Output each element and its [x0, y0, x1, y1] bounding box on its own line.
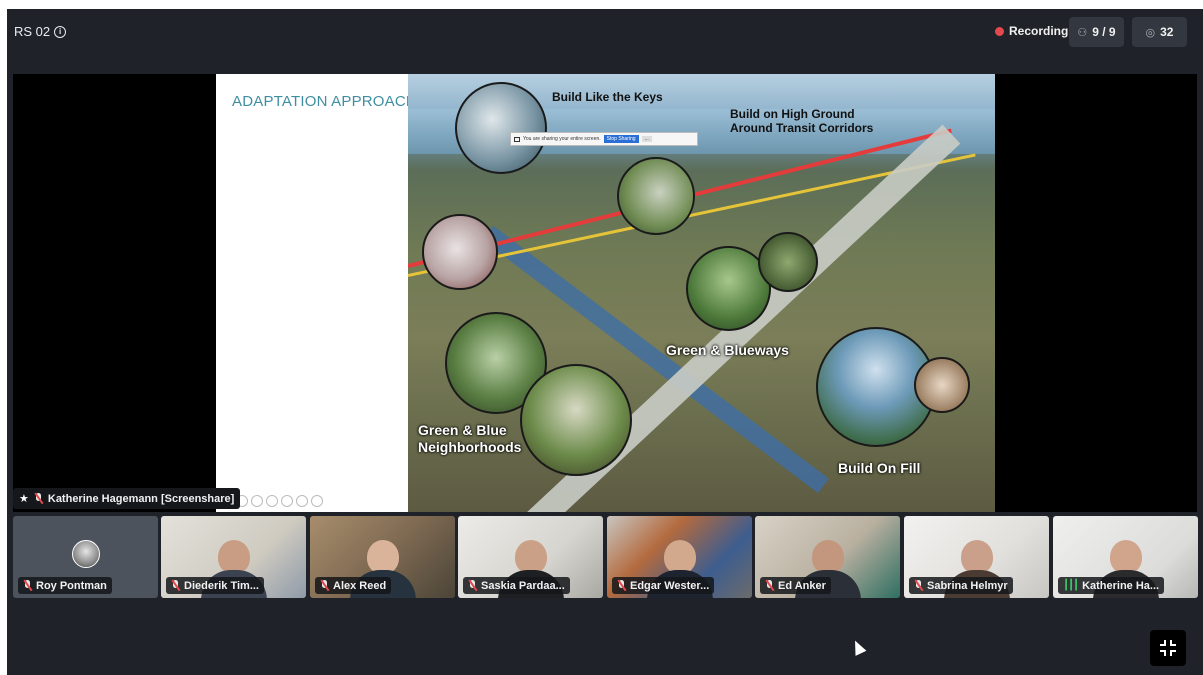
participant-face — [514, 540, 547, 574]
zoom-tool-icon[interactable] — [281, 495, 293, 507]
people-icon: ⚇ — [1077, 26, 1088, 39]
mic-off-icon — [171, 580, 180, 591]
participant-tile[interactable]: Ed Anker — [755, 516, 900, 598]
aerial-illustration: Build Like the Keys Build on High Ground… — [408, 74, 995, 512]
participant-strip: Roy Pontman Diederik Tim... Alex Reed Sa… — [13, 516, 1199, 598]
neighborhood-photo-large — [520, 364, 632, 476]
room-title: RS 02 i — [14, 24, 67, 39]
participant-name-tag: Ed Anker — [760, 577, 831, 594]
participant-face — [960, 540, 993, 574]
label-transit-corridors: Around Transit Corridors — [730, 121, 874, 135]
mic-off-icon — [23, 580, 32, 591]
keys-photo — [455, 82, 547, 174]
participant-tile[interactable]: Diederik Tim... — [161, 516, 306, 598]
viewers-button[interactable]: ◎ 32 — [1132, 17, 1187, 47]
recording-dot-icon — [995, 26, 1004, 36]
participant-tile[interactable]: Roy Pontman — [13, 516, 158, 598]
slide-title: ADAPTATION APPROACHES — [232, 93, 438, 110]
screenshare-owner-tag: ★ Katherine Hagemann [Screenshare] — [13, 488, 241, 509]
participant-name-tag: Saskia Pardaa... — [463, 577, 570, 594]
sharing-notice: You are sharing your entire screen. Stop… — [510, 132, 698, 146]
participant-name-tag: Edgar Wester... — [612, 577, 715, 594]
participant-face — [366, 540, 399, 574]
pen-tool-icon[interactable] — [251, 495, 263, 507]
participant-name-tag: Sabrina Helmyr — [909, 577, 1013, 594]
fill-photo-small — [914, 357, 970, 413]
participant-tile[interactable]: Alex Reed — [310, 516, 455, 598]
participant-name: Alex Reed — [333, 579, 387, 592]
subtitles-tool-icon[interactable] — [296, 495, 308, 507]
mic-off-icon — [468, 580, 477, 591]
info-icon[interactable]: i — [54, 25, 67, 38]
participants-button[interactable]: ⚇ 9 / 9 — [1069, 17, 1124, 47]
participant-name: Edgar Wester... — [630, 579, 710, 592]
participant-name: Katherine Ha... — [1082, 579, 1160, 592]
screenshare-stage[interactable]: ADAPTATION APPROACHES Build Like the Key… — [13, 74, 1197, 512]
participant-name: Ed Anker — [778, 579, 826, 592]
buildings-photo — [422, 214, 498, 290]
mic-off-icon — [914, 580, 923, 591]
monitor-icon — [514, 136, 520, 142]
blueways-photo-small — [758, 232, 818, 292]
pin-icon[interactable]: ★ — [19, 492, 29, 505]
participant-name-tag: Alex Reed — [315, 577, 392, 594]
stop-sharing-button[interactable]: Stop Sharing — [603, 135, 639, 143]
participant-name-tag: Roy Pontman — [18, 577, 112, 594]
mic-off-icon — [617, 580, 626, 591]
participant-face — [1109, 540, 1142, 574]
mic-off-icon — [34, 493, 43, 504]
recording-label: Recording — [1009, 24, 1069, 38]
sharing-more-button[interactable]: ... — [641, 136, 652, 142]
mic-off-icon — [765, 580, 774, 591]
eye-icon: ◎ — [1145, 26, 1156, 39]
participant-face — [811, 540, 844, 574]
transit-photo — [617, 157, 695, 235]
participant-name-tag: Diederik Tim... — [166, 577, 264, 594]
more-tool-icon[interactable] — [311, 495, 323, 507]
slide-toolbar — [236, 495, 323, 507]
participants-count: 9 / 9 — [1092, 25, 1116, 39]
mouse-cursor-icon — [849, 638, 867, 656]
label-build-like-keys: Build Like the Keys — [552, 90, 663, 104]
participant-name: Saskia Pardaa... — [481, 579, 565, 592]
participant-tile-active[interactable]: ┃┃┃ Katherine Ha... — [1053, 516, 1198, 598]
participant-tile[interactable]: Sabrina Helmyr — [904, 516, 1049, 598]
recording-indicator: Recording — [995, 24, 1068, 38]
participant-face — [663, 540, 696, 574]
label-green-blueways: Green & Blueways — [666, 342, 789, 358]
participant-name-tag: ┃┃┃ Katherine Ha... — [1058, 577, 1165, 594]
speaking-icon: ┃┃┃ — [1063, 580, 1079, 591]
participant-name: Sabrina Helmyr — [927, 579, 1008, 592]
participant-name: Diederik Tim... — [184, 579, 259, 592]
label-green-blue: Green & Blue — [418, 422, 507, 438]
label-neighborhoods: Neighborhoods — [418, 439, 522, 455]
screenshare-owner-name: Katherine Hagemann [Screenshare] — [47, 492, 235, 505]
minimize-button[interactable] — [1150, 630, 1186, 666]
viewers-count: 32 — [1160, 25, 1174, 39]
participant-face — [217, 540, 250, 574]
participant-tile[interactable]: Edgar Wester... — [607, 516, 752, 598]
mic-off-icon — [320, 580, 329, 591]
label-high-ground: Build on High Ground — [730, 107, 855, 121]
room-name: RS 02 — [14, 24, 51, 39]
top-bar: RS 02 i Recording ⚇ 9 / 9 ◎ 32 — [7, 9, 1203, 57]
label-build-on-fill: Build On Fill — [838, 460, 921, 476]
avatar — [72, 540, 100, 568]
presentation-slide: ADAPTATION APPROACHES Build Like the Key… — [216, 74, 995, 512]
slides-tool-icon[interactable] — [266, 495, 278, 507]
participant-name: Roy Pontman — [36, 579, 107, 592]
sharing-notice-text: You are sharing your entire screen. — [523, 136, 601, 142]
conference-app: RS 02 i Recording ⚇ 9 / 9 ◎ 32 ADAPTATIO… — [7, 9, 1203, 675]
participant-tile[interactable]: Saskia Pardaa... — [458, 516, 603, 598]
minimize-icon — [1160, 640, 1176, 656]
